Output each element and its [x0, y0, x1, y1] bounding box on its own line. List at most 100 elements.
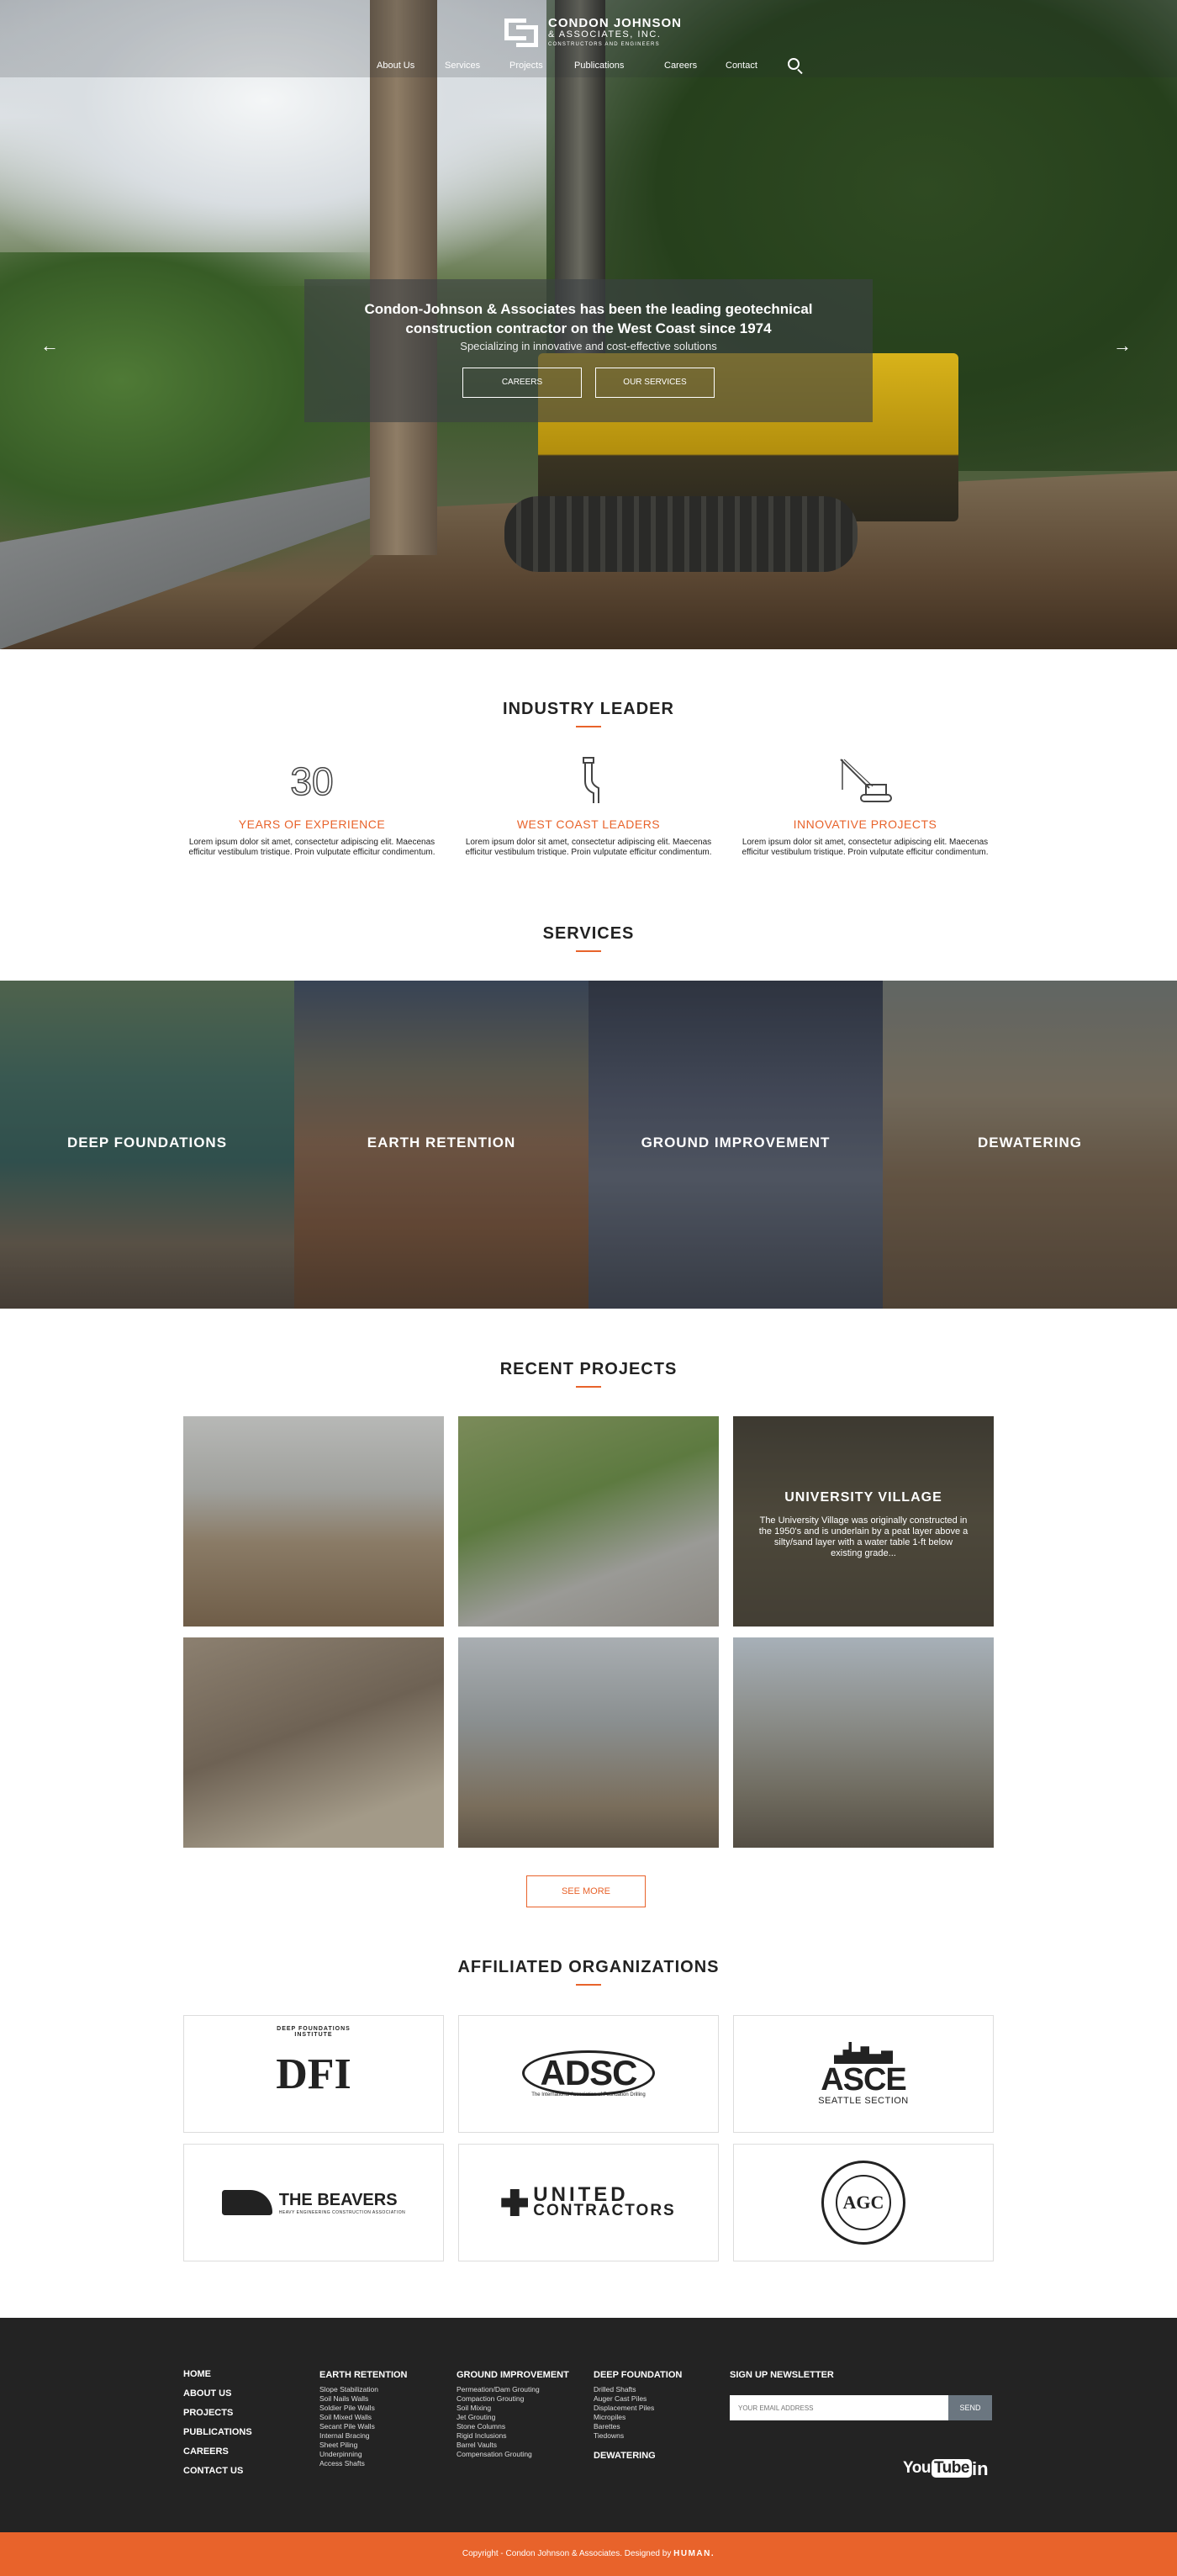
newsletter-send-button[interactable]: SEND [948, 2395, 992, 2420]
footer-earth-retention: EARTH RETENTION Slope Stabilization Soil… [319, 2370, 408, 2468]
footer-sublink[interactable]: Soil Mixed Walls [319, 2413, 408, 2422]
project-tile[interactable] [458, 1416, 719, 1627]
footer-sublink[interactable]: Internal Bracing [319, 2431, 408, 2441]
footer-sublink[interactable]: Compaction Grouting [457, 2394, 569, 2404]
footer-ground-improvement: GROUND IMPROVEMENT Permeation/Dam Grouti… [457, 2370, 569, 2459]
search-icon[interactable] [788, 58, 800, 70]
nav-careers[interactable]: Careers [664, 61, 697, 71]
footer-sublink[interactable]: Tiedowns [594, 2431, 682, 2441]
nav-services[interactable]: Services [445, 61, 480, 71]
adsc-mark: ADSC [522, 2050, 655, 2096]
project-tile[interactable] [183, 1416, 444, 1627]
org-beavers[interactable]: THE BEAVERS HEAVY ENGINEERING CONSTRUCTI… [183, 2144, 444, 2261]
project-tile[interactable] [458, 1637, 719, 1848]
beavers-tagline: HEAVY ENGINEERING CONSTRUCTION ASSOCIATI… [278, 2209, 406, 2215]
projects-grid: UNIVERSITY VILLAGE The University Villag… [183, 1416, 994, 1848]
agc-mark: AGC [842, 2192, 884, 2213]
service-dewatering[interactable]: DEWATERING [883, 981, 1177, 1309]
footer-deep-foundation: DEEP FOUNDATION Drilled Shafts Auger Cas… [594, 2370, 682, 2461]
footer-column-title[interactable]: GROUND IMPROVEMENT [457, 2370, 569, 2380]
footer-sublink[interactable]: Stone Columns [457, 2422, 569, 2431]
footer-sublink[interactable]: Auger Cast Piles [594, 2394, 682, 2404]
title-underline [576, 1984, 601, 1986]
careers-button[interactable]: CAREERS [462, 368, 582, 398]
footer-column-title[interactable]: DEEP FOUNDATION [594, 2370, 682, 2380]
designer-link[interactable]: HUMAN. [673, 2549, 715, 2558]
site-footer: HOME ABOUT US PROJECTS PUBLICATIONS CARE… [0, 2318, 1177, 2532]
footer-link-home[interactable]: HOME [183, 2365, 252, 2384]
footer-main-links: HOME ABOUT US PROJECTS PUBLICATIONS CARE… [183, 2365, 252, 2481]
footer-sublink[interactable]: Slope Stabilization [319, 2385, 408, 2394]
hero-pole [370, 0, 437, 555]
footer-sublink[interactable]: Barettes [594, 2422, 682, 2431]
footer-sublink[interactable]: Soil Mixing [457, 2404, 569, 2413]
org-asce[interactable]: ASCE SEATTLE SECTION [733, 2015, 994, 2133]
linkedin-icon[interactable]: in [972, 2458, 989, 2480]
footer-sublink[interactable]: Permeation/Dam Grouting [457, 2385, 569, 2394]
footer-sublink[interactable]: Access Shafts [319, 2459, 408, 2468]
nav-projects[interactable]: Projects [509, 61, 543, 71]
footer-sublink[interactable]: Compensation Grouting [457, 2450, 569, 2459]
footer-sublink[interactable]: Micropiles [594, 2413, 682, 2422]
newsletter-signup: SIGN UP NEWSLETTER SEND [730, 2370, 999, 2429]
nav-about-us[interactable]: About Us [377, 61, 414, 71]
united-line-2: CONTRACTORS [533, 2202, 676, 2219]
hero-buttons: CAREERS OUR SERVICES [304, 368, 873, 398]
footer-sublink[interactable]: Jet Grouting [457, 2413, 569, 2422]
see-more-button[interactable]: SEE MORE [526, 1875, 646, 1907]
arrow-right-icon[interactable]: → [1111, 335, 1133, 357]
footer-sublink[interactable]: Secant Pile Walls [319, 2422, 408, 2431]
asce-mark: ASCE [821, 2062, 907, 2097]
project-tile[interactable] [733, 1637, 994, 1848]
footer-link-careers[interactable]: CAREERS [183, 2442, 252, 2462]
project-description: The University Village was originally co… [758, 1515, 969, 1558]
main-nav: About Us Services Projects Publications … [0, 58, 1177, 77]
arrow-left-icon[interactable]: ← [39, 335, 61, 357]
services-title: SERVICES [542, 924, 635, 943]
service-deep-foundations[interactable]: DEEP FOUNDATIONS [0, 981, 294, 1309]
footer-link-projects[interactable]: PROJECTS [183, 2404, 252, 2423]
recent-projects-heading: RECENT PROJECTS [0, 1360, 1177, 1388]
footer-sublink[interactable]: Soldier Pile Walls [319, 2404, 408, 2413]
site-logo[interactable]: CONDON JOHNSON & ASSOCIATES, INC. CONSTR… [503, 15, 682, 49]
service-ground-improvement[interactable]: GROUND IMPROVEMENT [588, 981, 883, 1309]
our-services-button[interactable]: OUR SERVICES [595, 368, 715, 398]
nav-contact[interactable]: Contact [726, 61, 757, 71]
footer-sublink[interactable]: Sheet Piling [319, 2441, 408, 2450]
footer-column-title[interactable]: EARTH RETENTION [319, 2370, 408, 2380]
org-agc[interactable]: AGC [733, 2144, 994, 2261]
affiliated-title: AFFILIATED ORGANIZATIONS [457, 1958, 720, 1976]
hero-headline: Condon-Johnson & Associates has been the… [364, 301, 813, 336]
footer-sublink[interactable]: Barrel Vaults [457, 2441, 569, 2450]
org-adsc[interactable]: ADSC The International Association of Fo… [458, 2015, 719, 2133]
footer-link-contact[interactable]: CONTACT US [183, 2462, 252, 2481]
project-tile-university-village[interactable]: UNIVERSITY VILLAGE The University Villag… [733, 1416, 994, 1627]
footer-link-about[interactable]: ABOUT US [183, 2384, 252, 2404]
footer-dewatering-link[interactable]: DEWATERING [594, 2451, 682, 2461]
feature-innovative: INNOVATIVE PROJECTS Lorem ipsum dolor si… [736, 752, 994, 858]
footer-sublink[interactable]: Drilled Shafts [594, 2385, 682, 2394]
title-underline [576, 950, 601, 952]
pipe-icon [460, 752, 717, 811]
asce-logo: ASCE SEATTLE SECTION [818, 2042, 909, 2106]
logo-line-3: CONSTRUCTORS AND ENGINEERS [548, 41, 660, 47]
copyright-text: Copyright - Condon Johnson & Associates.… [462, 2549, 672, 2558]
footer-link-publications[interactable]: PUBLICATIONS [183, 2423, 252, 2442]
united-contractors-logo: UNITED CONTRACTORS [501, 2185, 676, 2219]
service-label: DEEP FOUNDATIONS [66, 1135, 228, 1150]
footer-sublink[interactable]: Underpinning [319, 2450, 408, 2459]
footer-sublink[interactable]: Rigid Inclusions [457, 2431, 569, 2441]
organizations-grid: DEEP FOUNDATIONS INSTITUTE DFI ADSC The … [183, 2015, 994, 2261]
newsletter-email-input[interactable] [730, 2395, 948, 2420]
beavers-mark: THE BEAVERS [278, 2190, 398, 2209]
feature-west-coast: WEST COAST LEADERS Lorem ipsum dolor sit… [460, 752, 717, 858]
footer-sublink[interactable]: Soil Nails Walls [319, 2394, 408, 2404]
hero-banner: CONDON JOHNSON & ASSOCIATES, INC. CONSTR… [0, 0, 1177, 649]
footer-sublink[interactable]: Displacement Piles [594, 2404, 682, 2413]
project-tile[interactable] [183, 1637, 444, 1848]
service-earth-retention[interactable]: EARTH RETENTION [294, 981, 588, 1309]
nav-publications[interactable]: Publications [574, 61, 624, 71]
youtube-icon[interactable]: You Tube [903, 2459, 972, 2478]
org-dfi[interactable]: DEEP FOUNDATIONS INSTITUTE DFI [183, 2015, 444, 2133]
org-united-contractors[interactable]: UNITED CONTRACTORS [458, 2144, 719, 2261]
